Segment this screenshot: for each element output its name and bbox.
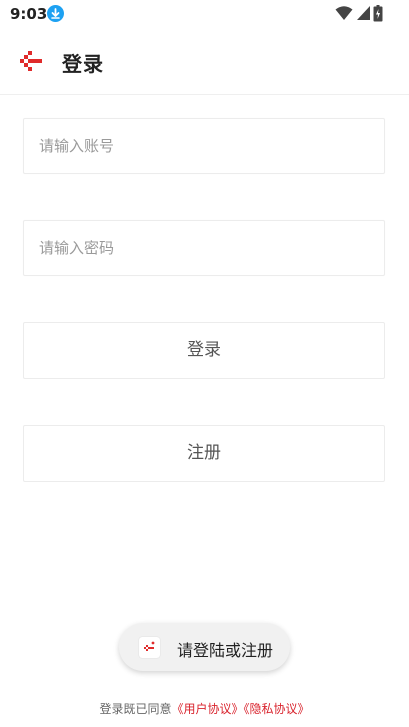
app-bar: 登录 xyxy=(0,30,409,95)
toast: 请登陆或注册 xyxy=(119,623,290,671)
status-time: 9:03 xyxy=(10,5,48,23)
signal-icon xyxy=(357,6,370,20)
download-icon xyxy=(47,5,64,22)
login-button[interactable]: 登录 xyxy=(23,322,385,379)
back-arrow-icon[interactable] xyxy=(18,50,44,72)
toast-message: 请登陆或注册 xyxy=(177,641,274,660)
page-title: 登录 xyxy=(62,52,104,76)
password-input[interactable] xyxy=(24,221,384,275)
agreement-notice: 登录既已同意《用户协议》《隐私协议》 xyxy=(0,700,409,717)
privacy-agreement-link[interactable]: 《隐私协议》 xyxy=(244,702,310,716)
login-screen: 9:03 登录 请输入账号 登录 注册 请登陆或注册 登录既已同意《用户协议》《… xyxy=(0,0,409,727)
agreement-prefix: 登录既已同意 xyxy=(99,702,172,716)
status-bar: 9:03 xyxy=(0,0,409,28)
register-button[interactable]: 注册 xyxy=(23,425,385,482)
account-field[interactable] xyxy=(23,118,385,174)
battery-icon xyxy=(373,5,383,22)
app-logo-icon xyxy=(139,637,160,658)
account-input[interactable] xyxy=(24,119,384,173)
wifi-icon xyxy=(335,6,353,20)
password-field[interactable] xyxy=(23,220,385,276)
user-agreement-link[interactable]: 《用户协议》 xyxy=(171,702,243,716)
